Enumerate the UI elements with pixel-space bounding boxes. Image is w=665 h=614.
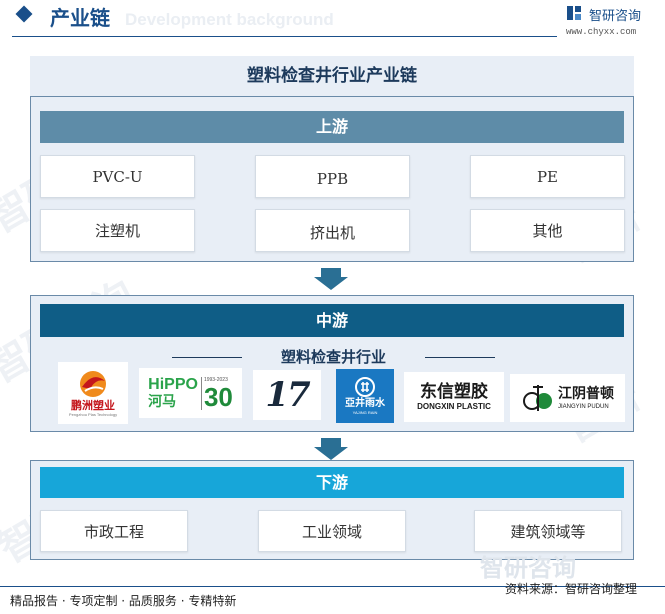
company-logo-17: 17	[253, 370, 321, 420]
footer-tagline: 精品报告 · 专项定制 · 品质服务 · 专精特新	[10, 594, 237, 608]
downstream-item: 工业领域	[258, 510, 406, 552]
yajing-emblem-icon	[355, 377, 375, 397]
downstream-item: 市政工程	[40, 510, 188, 552]
pengzhou-emblem-icon	[80, 370, 106, 397]
watermark: 智研咨询	[480, 554, 576, 582]
company-brand: HiPPO	[148, 375, 198, 393]
company-logo-yajing: 亞井雨水 YAJING RAIN	[336, 369, 394, 423]
down-arrow-icon	[314, 438, 348, 460]
downstream-item: 建筑领域等	[474, 510, 622, 552]
company-logo-pengzhou: 鹏洲塑业 Pengzhou Plas Technology	[58, 362, 128, 424]
diamond-icon	[15, 5, 33, 23]
page-title: 产业链	[50, 6, 110, 30]
chyxx-logo-icon	[567, 6, 581, 20]
midstream-subtitle: 塑料检查井行业	[280, 348, 386, 366]
upstream-item: 挤出机	[255, 209, 410, 252]
source-note: 资料来源：智研咨询整理	[505, 582, 638, 596]
upstream-item: PE	[470, 155, 625, 198]
company-name: 江阴普顿	[558, 386, 614, 402]
upstream-item: PPB	[255, 155, 410, 198]
brand-url: www.chyxx.com	[566, 27, 637, 37]
company-name: 亞井雨水	[345, 398, 385, 409]
company-logo-dongxin: 东信塑胶 DONGXIN PLASTIC	[404, 372, 504, 422]
company-name: 鹏洲塑业	[71, 398, 115, 412]
company-subname: DONGXIN PLASTIC	[417, 402, 491, 411]
upstream-item: 注塑机	[40, 209, 195, 252]
subtitle-rule	[172, 357, 242, 358]
company-name: 河马	[148, 393, 177, 410]
upstream-item: PVC-U	[40, 155, 195, 198]
header-background-text: Development background	[125, 10, 334, 29]
company-subname: JIANGYIN PUDUN	[558, 404, 609, 410]
brand-name: 智研咨询	[589, 9, 642, 24]
company-name: 东信塑胶	[420, 382, 488, 402]
company-anniversary-mark: 30	[203, 381, 233, 412]
subtitle-rule	[425, 357, 495, 358]
upstream-item: 其他	[470, 209, 625, 252]
company-logo-pudun: 江阴普顿 JIANGYIN PUDUN	[510, 374, 625, 422]
down-arrow-icon	[314, 268, 348, 290]
downstream-label: 下游	[40, 467, 624, 498]
company-subname: Pengzhou Plas Technology	[68, 411, 118, 417]
company-name: 17	[265, 375, 310, 415]
company-logo-hippo: HiPPO 河马 1993-2023 30	[139, 368, 242, 418]
company-subname: YAJING RAIN	[352, 410, 378, 415]
upstream-label: 上游	[40, 111, 624, 143]
diagram-title: 塑料检查井行业产业链	[247, 66, 417, 86]
header-divider	[12, 36, 557, 37]
pudun-emblem-icon	[523, 385, 552, 411]
midstream-label: 中游	[40, 304, 624, 337]
